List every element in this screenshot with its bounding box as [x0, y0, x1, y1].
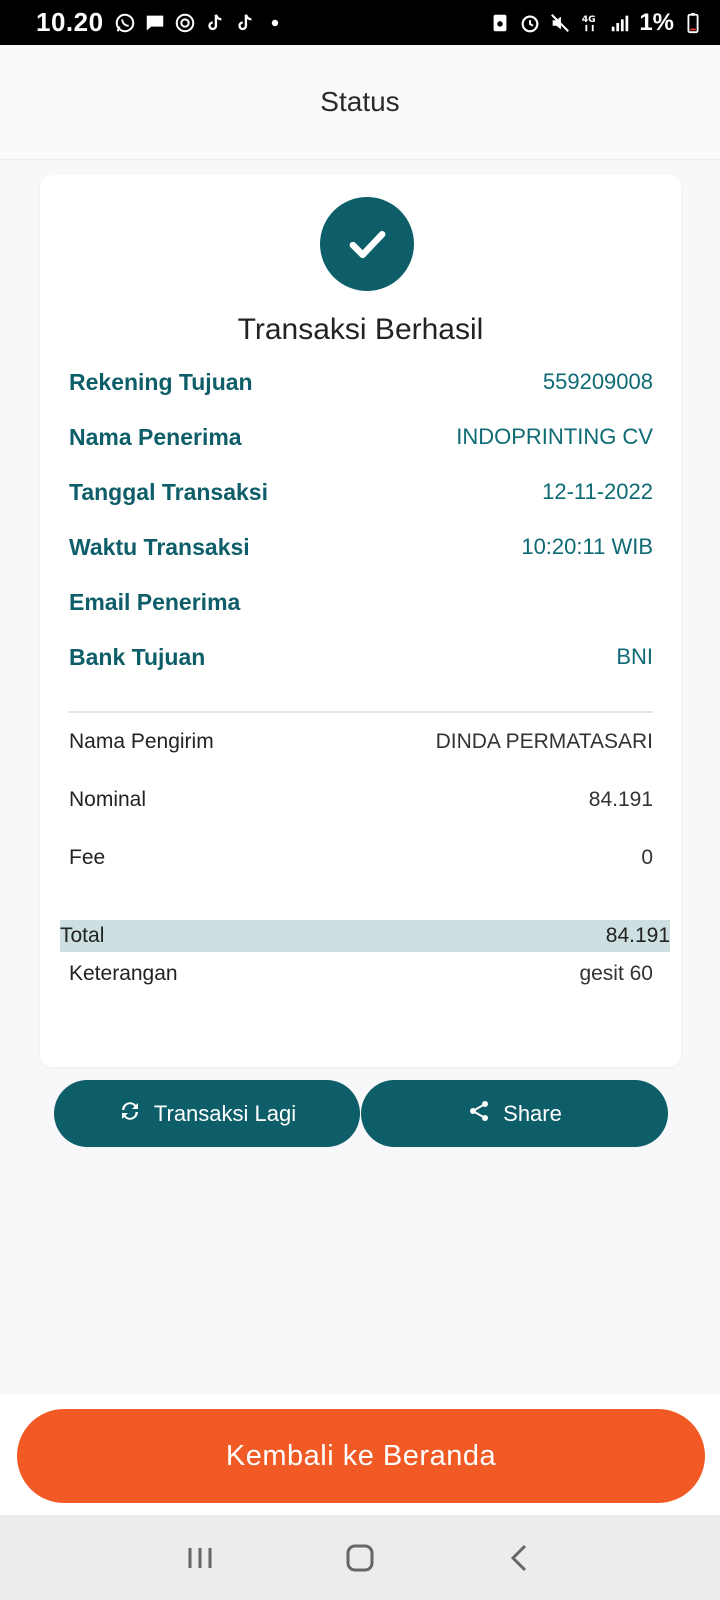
detail-row-email-penerima: Email Penerima [69, 582, 653, 622]
system-nav-bar [0, 1515, 720, 1600]
mute-icon [549, 12, 571, 34]
summary-value: 0 [641, 846, 653, 869]
share-label: Share [503, 1100, 562, 1126]
app-bar: Status [0, 45, 720, 160]
detail-label: Rekening Tujuan [69, 368, 253, 395]
summary-label: Nama Pengirim [69, 730, 214, 753]
note-label: Keterangan [69, 962, 178, 985]
message-icon [144, 12, 166, 34]
detail-label: Tanggal Transaksi [69, 478, 268, 505]
4g-icon: 4G [579, 12, 601, 34]
svg-text:4G: 4G [582, 14, 596, 25]
transaksi-lagi-label: Transaksi Lagi [153, 1100, 297, 1126]
signal-icon [609, 12, 631, 34]
divider [69, 711, 653, 713]
success-check-icon [320, 197, 414, 291]
share-icon [467, 1099, 491, 1129]
sync-icon [174, 12, 196, 34]
total-row: Total 84.191 [60, 920, 670, 952]
alarm-icon [519, 12, 541, 34]
status-bar: 10.20 4G 1% [0, 0, 720, 45]
action-buttons: Transaksi Lagi Share [54, 1080, 668, 1147]
home-icon[interactable] [340, 1538, 380, 1578]
total-value: 84.191 [605, 924, 670, 947]
summary-row-nama-pengirim: Nama Pengirim DINDA PERMATASARI [69, 722, 653, 762]
share-button[interactable]: Share [361, 1080, 668, 1147]
receipt-card: Transaksi Berhasil Rekening Tujuan 55920… [40, 175, 681, 1067]
detail-label: Bank Tujuan [69, 643, 206, 670]
tiktok-icon [204, 12, 226, 34]
summary-row-nominal: Nominal 84.191 [69, 780, 653, 820]
back-icon[interactable] [500, 1538, 540, 1578]
detail-row-waktu-transaksi: Waktu Transaksi 10:20:11 WIB [69, 527, 653, 567]
summary-value: 84.191 [588, 788, 653, 811]
dot-icon [264, 12, 286, 34]
tiktok-icon [234, 12, 256, 34]
transaksi-lagi-button[interactable]: Transaksi Lagi [54, 1080, 360, 1147]
total-label: Total [60, 924, 105, 947]
summary-row-fee: Fee 0 [69, 838, 653, 878]
status-time: 10.20 [36, 7, 104, 37]
detail-value: 559209008 [542, 369, 653, 394]
summary-label: Fee [69, 846, 106, 869]
battery-percent: 1% [639, 8, 674, 36]
detail-row-bank-tujuan: Bank Tujuan BNI [69, 637, 653, 677]
footer: Kembali ke Beranda [0, 1395, 720, 1515]
system-icons: 4G 1% [489, 9, 704, 37]
detail-row-tanggal-transaksi: Tanggal Transaksi 12-11-2022 [69, 472, 653, 512]
detail-value: BNI [616, 644, 653, 669]
nfc-icon [489, 12, 511, 34]
detail-label: Waktu Transaksi [69, 533, 250, 560]
whatsapp-icon [114, 12, 136, 34]
note-row: Keterangan gesit 60 [69, 954, 653, 994]
recent-apps-icon[interactable] [180, 1538, 220, 1578]
note-value: gesit 60 [579, 962, 653, 985]
notification-icons [114, 12, 286, 34]
battery-icon [682, 12, 704, 34]
result-title: Transaksi Berhasil [237, 313, 484, 346]
summary-value: DINDA PERMATASARI [435, 730, 653, 753]
detail-row-rekening-tujuan: Rekening Tujuan 559209008 [69, 362, 653, 402]
detail-value: 12-11-2022 [542, 479, 653, 504]
back-to-home-button[interactable]: Kembali ke Beranda [17, 1409, 705, 1503]
detail-label: Nama Penerima [69, 423, 242, 450]
refresh-icon [118, 1099, 142, 1129]
detail-row-nama-penerima: Nama Penerima INDOPRINTING CV [69, 417, 653, 457]
detail-value: 10:20:11 WIB [521, 534, 653, 559]
detail-value: INDOPRINTING CV [456, 424, 653, 449]
summary-label: Nominal [69, 788, 147, 811]
detail-label: Email Penerima [69, 588, 241, 615]
page-title: Status [320, 86, 400, 117]
